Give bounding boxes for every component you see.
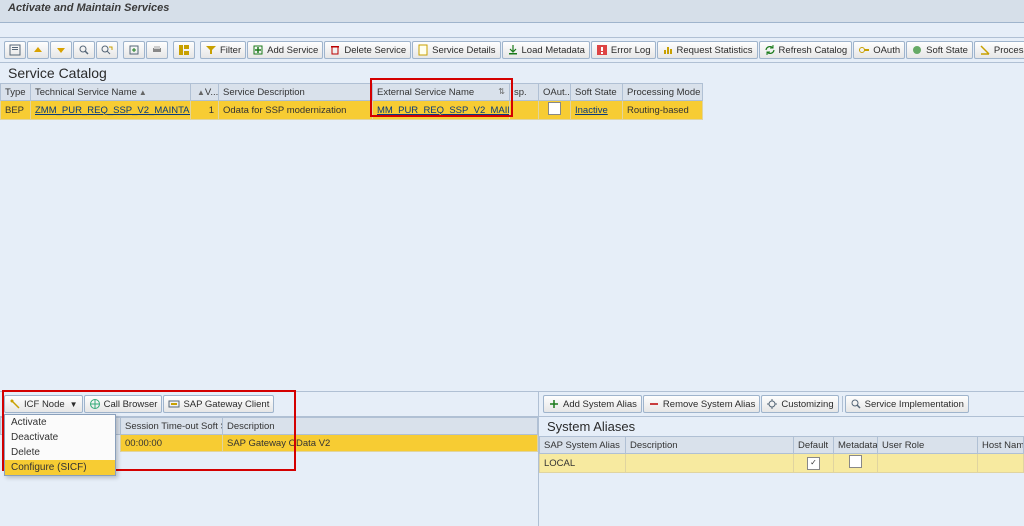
print-icon[interactable] <box>146 41 168 59</box>
col-sys-alias[interactable]: SAP System Alias <box>540 437 626 454</box>
col-tech-name[interactable]: Technical Service Name▲ <box>31 84 191 101</box>
metadata-checkbox[interactable] <box>849 455 862 468</box>
soft-state-button[interactable]: Soft State <box>906 41 973 59</box>
col-soft[interactable]: Soft State <box>571 84 623 101</box>
menu-delete[interactable]: Delete <box>5 445 115 460</box>
menu-configure[interactable]: Configure (SICF) <box>5 460 115 475</box>
col-user-role[interactable]: User Role <box>878 437 978 454</box>
col-timeout[interactable]: Session Time-out Soft State <box>121 418 223 435</box>
service-details-button[interactable]: Service Details <box>412 41 500 59</box>
error-log-button[interactable]: Error Log <box>591 41 656 59</box>
processing-mode-button[interactable]: Processing Mode <box>974 41 1024 59</box>
alias-toolbar: Add System Alias Remove System Alias Cus… <box>539 392 1024 417</box>
col-nsp[interactable]: sp. <box>510 84 539 101</box>
spacer <box>0 23 1024 38</box>
icf-node-menu: Activate Deactivate Delete Configure (SI… <box>4 414 116 476</box>
load-metadata-button[interactable]: Load Metadata <box>502 41 590 59</box>
col-alias-desc[interactable]: Description <box>626 437 794 454</box>
refresh-catalog-button[interactable]: Refresh Catalog <box>759 41 853 59</box>
oauth-checkbox[interactable] <box>548 102 561 115</box>
find-next-icon[interactable] <box>96 41 118 59</box>
main-toolbar: Filter Add Service Delete Service Servic… <box>0 38 1024 63</box>
sort-asc-icon[interactable] <box>27 41 49 59</box>
service-impl-button[interactable]: Service Implementation <box>845 395 969 413</box>
filter-button[interactable]: Filter <box>200 41 246 59</box>
col-host[interactable]: Host Name <box>978 437 1024 454</box>
page-title: Activate and Maintain Services <box>0 0 1024 23</box>
gateway-client-button[interactable]: SAP Gateway Client <box>163 395 274 413</box>
table-row[interactable]: LOCAL ✓ <box>540 454 1024 473</box>
export-icon[interactable] <box>123 41 145 59</box>
find-icon[interactable] <box>73 41 95 59</box>
details-icon[interactable] <box>4 41 26 59</box>
call-browser-button[interactable]: Call Browser <box>84 395 163 413</box>
col-metadata[interactable]: Metadata <box>834 437 878 454</box>
delete-service-button[interactable]: Delete Service <box>324 41 411 59</box>
add-alias-button[interactable]: Add System Alias <box>543 395 642 413</box>
col-version[interactable]: ▲V... <box>191 84 219 101</box>
sort-desc-icon[interactable] <box>50 41 72 59</box>
icf-panel: ICF Node▼ Call Browser SAP Gateway Clien… <box>0 392 539 526</box>
menu-deactivate[interactable]: Deactivate <box>5 430 115 445</box>
col-proc[interactable]: Processing Mode <box>623 84 703 101</box>
remove-alias-button[interactable]: Remove System Alias <box>643 395 760 413</box>
default-checkbox[interactable]: ✓ <box>807 457 820 470</box>
col-oauth[interactable]: OAut.. <box>539 84 571 101</box>
bottom-panels: ICF Node▼ Call Browser SAP Gateway Clien… <box>0 391 1024 526</box>
add-service-button[interactable]: Add Service <box>247 41 323 59</box>
tech-name-link[interactable]: ZMM_PUR_REQ_SSP_V2_MAINTAIN_SRV <box>35 105 191 116</box>
col-default[interactable]: Default <box>794 437 834 454</box>
alias-panel: Add System Alias Remove System Alias Cus… <box>539 392 1024 526</box>
oauth-button[interactable]: OAuth <box>853 41 905 59</box>
catalog-heading: Service Catalog <box>0 63 1024 83</box>
alias-heading: System Aliases <box>539 417 1024 436</box>
layout-icon[interactable] <box>173 41 195 59</box>
col-ext-name[interactable]: External Service Name⇅ <box>373 84 510 101</box>
menu-activate[interactable]: Activate <box>5 415 115 430</box>
table-row[interactable]: BEP ZMM_PUR_REQ_SSP_V2_MAINTAIN_SRV 1 Od… <box>1 101 1024 120</box>
col-desc[interactable]: Service Description <box>219 84 373 101</box>
ext-name-link[interactable]: MM_PUR_REQ_SSP_V2_MAINTAIN_SRV <box>377 105 510 116</box>
icf-node-button[interactable]: ICF Node▼ <box>4 395 83 413</box>
col-type[interactable]: Type <box>1 84 31 101</box>
customizing-button[interactable]: Customizing <box>761 395 838 413</box>
service-catalog-table: Type Technical Service Name▲ ▲V... Servi… <box>0 83 1024 120</box>
request-statistics-button[interactable]: Request Statistics <box>657 41 758 59</box>
col-icf-desc[interactable]: Description <box>223 418 538 435</box>
